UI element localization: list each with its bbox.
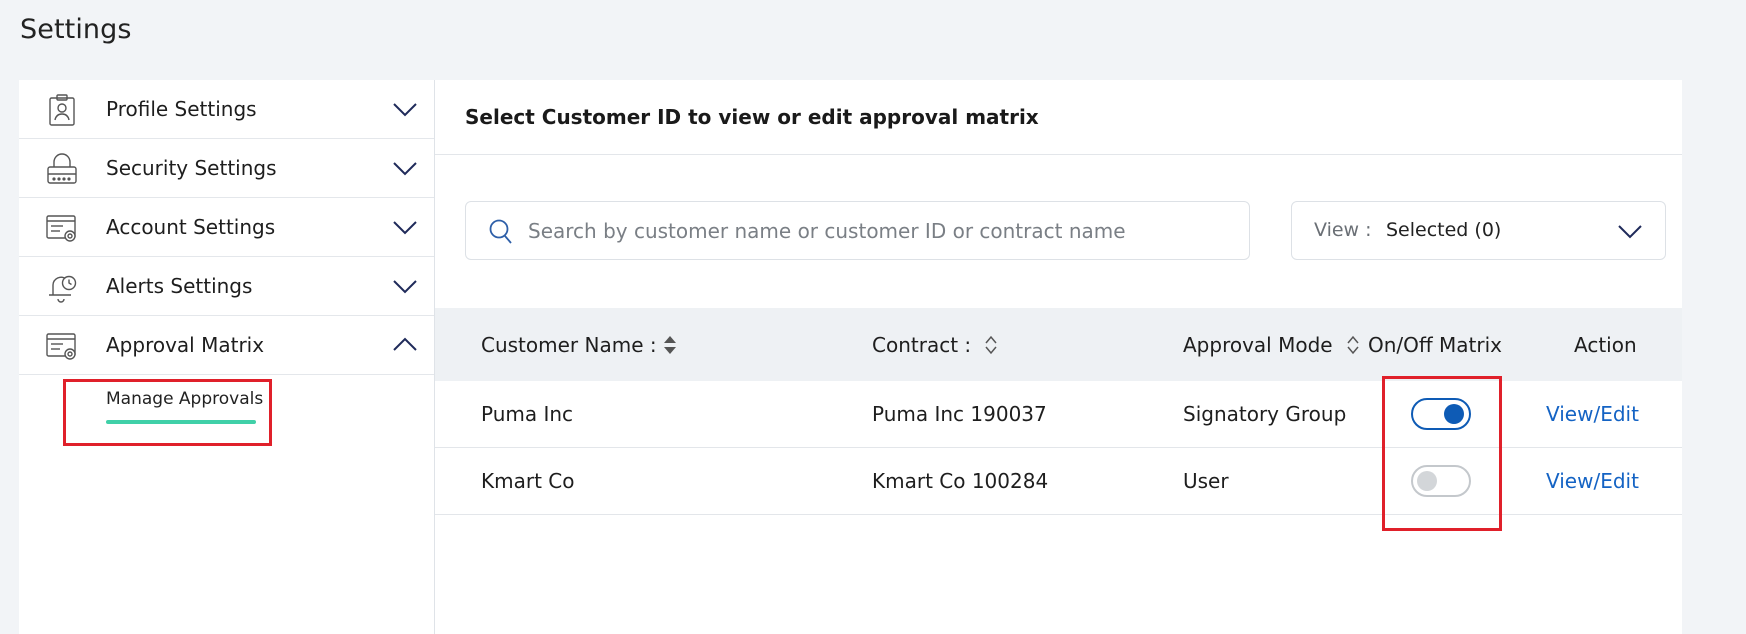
matrix-toggle-highlight-box bbox=[1382, 376, 1502, 531]
chevron-up-icon[interactable] bbox=[392, 336, 418, 354]
cell-customer-name: Kmart Co bbox=[481, 469, 575, 493]
chevron-down-icon bbox=[1618, 225, 1642, 239]
sort-icon[interactable] bbox=[662, 334, 678, 356]
view-edit-link[interactable]: View/Edit bbox=[1546, 469, 1639, 493]
chevron-down-icon[interactable] bbox=[392, 218, 418, 236]
sidebar-item-profile-settings[interactable]: Profile Settings bbox=[19, 80, 434, 139]
lock-icon bbox=[47, 153, 77, 184]
sidebar-item-label: Alerts Settings bbox=[106, 274, 253, 298]
sort-icon[interactable] bbox=[983, 334, 999, 356]
view-dropdown[interactable]: View : Selected (0) bbox=[1291, 201, 1666, 260]
column-header-customer-name: Customer Name : bbox=[481, 333, 657, 357]
sort-icon[interactable] bbox=[1345, 334, 1361, 356]
sidebar-item-label: Account Settings bbox=[106, 215, 276, 239]
manage-approvals-highlight-box bbox=[63, 379, 272, 446]
cell-approval-mode: User bbox=[1183, 469, 1229, 493]
table-header: Customer Name : Contract : Approval Mode… bbox=[435, 308, 1682, 381]
panel-title: Select Customer ID to view or edit appro… bbox=[465, 105, 1039, 129]
cell-approval-mode: Signatory Group bbox=[1183, 402, 1347, 426]
profile-badge-icon bbox=[49, 94, 75, 126]
sidebar-item-label: Security Settings bbox=[106, 156, 277, 180]
column-header-on-off-matrix: On/Off Matrix bbox=[1368, 333, 1503, 357]
search-box bbox=[465, 201, 1250, 260]
approval-settings-icon bbox=[46, 333, 76, 360]
settings-sidebar: Profile Settings Security Settings Accou… bbox=[19, 80, 435, 634]
approval-matrix-panel: Select Customer ID to view or edit appro… bbox=[435, 80, 1682, 634]
sidebar-item-label: Profile Settings bbox=[106, 97, 257, 121]
panel-header: Select Customer ID to view or edit appro… bbox=[435, 80, 1682, 155]
search-icon bbox=[489, 219, 512, 244]
search-input[interactable] bbox=[528, 214, 1228, 248]
sidebar-item-security-settings[interactable]: Security Settings bbox=[19, 139, 434, 198]
chevron-down-icon[interactable] bbox=[392, 100, 418, 118]
sidebar-item-alerts-settings[interactable]: Alerts Settings bbox=[19, 257, 434, 316]
column-header-contract: Contract : bbox=[872, 333, 972, 357]
view-selected-value: Selected (0) bbox=[1386, 219, 1502, 241]
cell-contract: Puma Inc 190037 bbox=[872, 402, 1047, 426]
cell-customer-name: Puma Inc bbox=[481, 402, 574, 426]
bell-clock-icon bbox=[49, 275, 77, 303]
view-edit-link[interactable]: View/Edit bbox=[1546, 402, 1639, 426]
sidebar-item-label: Approval Matrix bbox=[106, 333, 265, 357]
column-header-approval-mode: Approval Mode bbox=[1183, 333, 1333, 357]
page-title: Settings bbox=[20, 14, 132, 45]
chevron-down-icon[interactable] bbox=[392, 277, 418, 295]
chevron-down-icon[interactable] bbox=[392, 159, 418, 177]
sidebar-item-account-settings[interactable]: Account Settings bbox=[19, 198, 434, 257]
view-label: View : bbox=[1314, 219, 1372, 241]
cell-contract: Kmart Co 100284 bbox=[872, 469, 1049, 493]
sidebar-item-approval-matrix[interactable]: Approval Matrix bbox=[19, 316, 434, 375]
account-settings-icon bbox=[46, 215, 76, 242]
column-header-action: Action bbox=[1574, 333, 1637, 357]
